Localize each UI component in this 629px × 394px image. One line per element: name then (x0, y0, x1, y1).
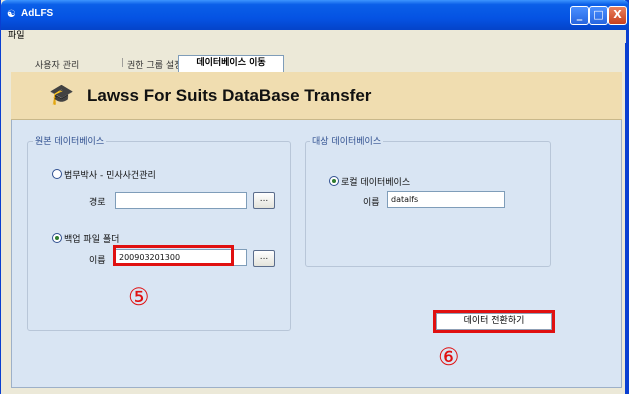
app-window: ☯ AdLFS _ □ X 파일 사용자 관리 | 권한 그룹 설정 데이터베이… (0, 0, 629, 394)
source-option-lawdoctor-label: 법무박사 - 민사사건관리 (64, 171, 156, 181)
source-option-backup-label: 백업 파일 폴더 (64, 235, 120, 245)
target-name-input[interactable]: datalfs (387, 191, 505, 208)
maximize-button[interactable]: □ (589, 6, 608, 25)
step5-annotation: ⑤ (128, 283, 150, 311)
source-name-label: 이름 (89, 256, 106, 266)
close-button[interactable]: X (608, 6, 627, 25)
app-logo-icon: ☯ (7, 9, 16, 20)
source-db-legend: 원본 데이터베이스 (33, 134, 107, 147)
banner: 🎓 Lawss For Suits DataBase Transfer (11, 72, 622, 120)
target-name-label: 이름 (363, 198, 380, 208)
graduation-cap-icon: 🎓 (49, 82, 74, 106)
target-option-local-radio[interactable] (329, 176, 339, 186)
banner-title: Lawss For Suits DataBase Transfer (87, 86, 372, 105)
highlight-box-step6 (433, 310, 555, 333)
step6-annotation: ⑥ (438, 343, 460, 371)
menu-bar: 파일 (2, 30, 626, 43)
menu-file[interactable]: 파일 (8, 30, 25, 43)
tab-separator: | (121, 58, 125, 68)
tab-database-migration[interactable]: 데이터베이스 이동 (178, 55, 284, 72)
title-bar[interactable]: ☯ AdLFS _ □ X (1, 0, 629, 30)
source-option-backup-radio[interactable] (52, 233, 62, 243)
minimize-button[interactable]: _ (570, 6, 589, 25)
source-path-input[interactable] (115, 192, 247, 209)
highlight-box-step5 (113, 245, 234, 266)
source-name-browse-button[interactable]: ... (253, 250, 275, 267)
source-option-lawdoctor-radio[interactable] (52, 169, 62, 179)
source-path-label: 경로 (89, 198, 106, 208)
target-db-legend: 대상 데이터베이스 (310, 134, 384, 147)
tab-user-management[interactable]: 사용자 관리 (35, 58, 79, 71)
target-option-local-label: 로컬 데이터베이스 (341, 178, 411, 188)
source-path-browse-button[interactable]: ... (253, 192, 275, 209)
tab-permission-group[interactable]: 권한 그룹 설정 (127, 58, 182, 71)
window-title: AdLFS (21, 8, 54, 19)
